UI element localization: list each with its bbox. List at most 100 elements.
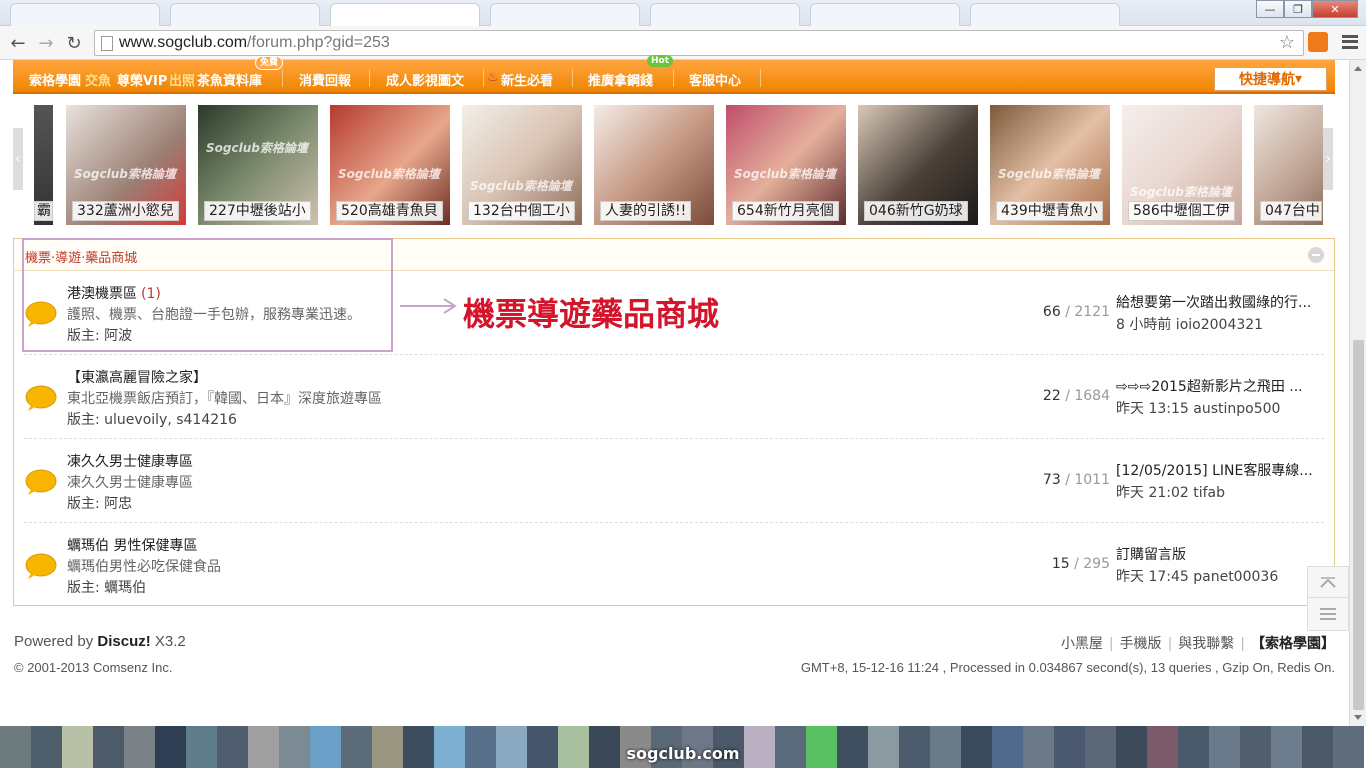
browser-menu-icon[interactable] [1342,32,1358,52]
browser-tab[interactable] [10,3,160,26]
browser-tab-active[interactable] [330,3,480,26]
reload-icon[interactable]: ↻ [62,32,86,54]
gallery-thumb[interactable]: Sogclub索格論壇 227中壢後站小 [198,105,318,225]
extension-icon[interactable] [1308,32,1328,52]
nav-item-vip[interactable]: 尊榮VIP [117,70,167,89]
list-nav-button[interactable] [1307,597,1349,631]
nav-item-photos[interactable]: 出照 [169,70,195,89]
forum-moderator[interactable]: 版主: 阿忠 [67,493,132,513]
annotation-box [22,238,393,352]
footer-link-sog-school[interactable]: 【索格學園】 [1251,636,1335,652]
nav-item-sog-school[interactable]: 索格學園 [29,70,81,89]
page-scrollbar[interactable] [1349,60,1366,726]
thumb-watermark: Sogclub索格論壇 [734,167,836,181]
browser-tab[interactable] [650,3,800,26]
browser-tab[interactable] [970,3,1120,26]
last-post-meta[interactable]: 8 小時前 ioio2004321 [1116,314,1263,334]
forum-name[interactable]: 【東瀛高麗冒險之家】 [67,367,207,387]
bookmark-star-icon[interactable]: ☆ [1279,32,1295,53]
thumb-watermark: Sogclub索格論壇 [74,167,176,181]
gallery-thumb[interactable]: Sogclub索格論壇 586中壢個工伊 [1122,105,1242,225]
thread-count: 15 [1051,556,1070,572]
forum-name[interactable]: 凍久久男士健康專區 [67,451,193,471]
nav-item-adult-media[interactable]: 成人影視圖文 [386,70,464,89]
nav-item-report[interactable]: 消費回報 [299,70,351,89]
post-count: / 295 [1074,556,1110,572]
flame-icon: ♨ [487,70,499,85]
gallery-thumb[interactable]: Sogclub索格論壇 439中壢青魚小 [990,105,1110,225]
scroll-thumb[interactable] [1353,340,1364,710]
gallery-thumb[interactable]: Sogclub索格論壇 520高雄青魚貝 [330,105,450,225]
gallery-thumb[interactable]: Sogclub索格論壇 654新竹月亮個 [726,105,846,225]
footer-link-contact[interactable]: 與我聯繫 [1178,636,1234,652]
list-icon [1320,608,1336,620]
forum-moderator[interactable]: 版主: uluevoily, s414216 [67,409,237,429]
footer-link-mobile[interactable]: 手機版 [1120,636,1162,652]
thumb-watermark: Sogclub索格論壇 [998,167,1100,181]
nav-item-promote[interactable]: 推廣拿鋼錢 [588,70,653,89]
last-post-meta[interactable]: 昨天 13:15 austinpo500 [1116,398,1280,418]
back-to-top-button[interactable] [1307,566,1349,600]
quick-nav-button[interactable]: 快捷導航 ▾ [1214,67,1327,91]
address-bar[interactable]: www.sogclub.com/forum.php?gid=253 ☆ [94,30,1304,56]
forum-name-text[interactable]: 蠣瑪伯 男性保健專區 [67,538,197,554]
thread-count: 66 [1042,304,1061,320]
thumb-caption: 132台中個工小 [468,201,575,221]
thumb-watermark: Sogclub索格論壇 [1130,185,1232,199]
last-post-title[interactable]: [12/05/2015] LINE客服專線... [1116,460,1328,480]
forward-icon[interactable]: → [34,32,58,54]
gallery-next-icon[interactable]: › [1323,128,1333,190]
forum-bubble-icon [25,469,57,495]
close-icon[interactable]: ✕ [1312,0,1358,18]
scroll-up-icon[interactable] [1354,66,1362,71]
minimize-icon[interactable]: — [1256,0,1284,18]
site-nav-bar: 索格學園 交魚 尊榮VIP 出照 茶魚資料庫 免費 消費回報 成人影視圖文 ♨ … [13,55,1335,94]
last-post-meta[interactable]: 昨天 21:02 tifab [1116,482,1225,502]
forum-name[interactable]: 蠣瑪伯 男性保健專區 [67,535,197,555]
forum-bubble-icon [25,553,57,579]
thumb-caption: 霸 [34,201,53,221]
gallery-thumb[interactable]: Sogclub索格論壇 332蘆洲小慾兒 [66,105,186,225]
nav-separator [572,69,573,87]
last-post-meta[interactable]: 昨天 17:45 panet00036 [1116,566,1278,586]
annotation-text: 機票導遊藥品商城 [463,295,720,333]
last-post-title[interactable]: ⇨⇨⇨2015超新影片之飛田 ... [1116,376,1328,396]
gallery-thumb[interactable]: 046新竹G奶球 [858,105,978,225]
nav-item-support[interactable]: 客服中心 [689,70,741,89]
gallery-thumb[interactable]: Sogclub索格論壇 132台中個工小 [462,105,582,225]
footer-powered-by: Powered by Discuz! X3.2 [14,633,186,650]
nav-separator [282,69,283,87]
thread-count: 73 [1042,472,1061,488]
browser-tab[interactable] [490,3,640,26]
forum-row: 蠣瑪伯 男性保健專區 蠣瑪伯男性必吃保健食品 版主: 蠣瑪伯 15 / 295 … [24,523,1324,607]
post-count: / 1684 [1065,388,1110,404]
footer-link-blackroom[interactable]: 小黑屋 [1061,636,1103,652]
footer-links: 小黑屋 | 手機版 | 與我聯繫 | 【索格學園】 [1060,636,1335,652]
forum-moderator[interactable]: 版主: 蠣瑪伯 [67,577,146,597]
nav-separator [369,69,370,87]
scroll-down-icon[interactable] [1354,715,1362,720]
discuz-link[interactable]: Discuz! [97,633,150,650]
browser-tab[interactable] [170,3,320,26]
gallery-thumb[interactable]: 人妻的引誘!! [594,105,714,225]
restore-icon[interactable]: ❐ [1284,0,1312,18]
back-icon[interactable]: ← [6,32,30,54]
hot-badge: Hot [647,55,674,67]
gallery-thumb[interactable]: 霸 [34,105,53,225]
browser-tab-strip: — ❐ ✕ [0,0,1366,26]
thumb-caption: 439中壢青魚小 [996,201,1103,221]
nav-item-newbie[interactable]: 新生必看 [501,70,553,89]
collapse-icon[interactable] [1308,247,1324,263]
forum-name-text[interactable]: 【東瀛高麗冒險之家】 [67,370,207,386]
last-post-title[interactable]: 給想要第一次踏出救國綠的行... [1116,292,1328,312]
browser-tab[interactable] [810,3,960,26]
gallery-thumb[interactable]: 047台中 [1254,105,1323,225]
forum-name-text[interactable]: 凍久久男士健康專區 [67,454,193,470]
nav-item-fish[interactable]: 交魚 [85,70,111,89]
gallery-prev-icon[interactable]: ‹ [13,128,23,190]
last-post-title[interactable]: 訂購留言版 [1116,544,1328,564]
forum-description: 東北亞機票飯店預訂，『韓國、日本』深度旅遊專區 [67,391,382,407]
nav-item-database[interactable]: 茶魚資料庫 [197,70,262,89]
nav-separator [483,69,484,87]
thumb-caption: 654新竹月亮個 [732,201,839,221]
